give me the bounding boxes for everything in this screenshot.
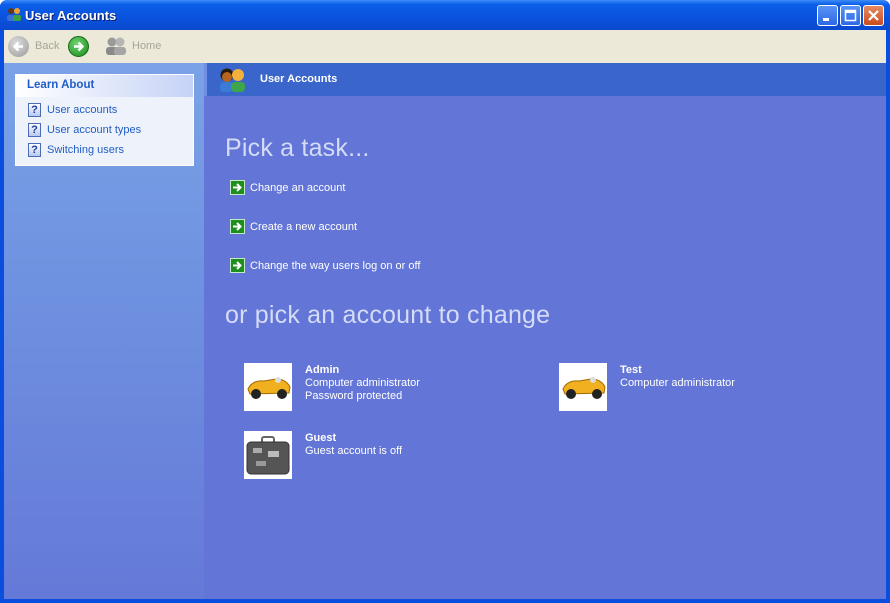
- account-admin[interactable]: Admin Computer administrator Password pr…: [244, 363, 420, 411]
- close-icon: [868, 10, 879, 21]
- learn-item-label: User account types: [47, 124, 142, 136]
- back-button[interactable]: Back: [8, 34, 59, 58]
- task-label: Change an account: [250, 181, 346, 194]
- account-type: Computer administrator: [305, 377, 420, 389]
- user-accounts-icon: [220, 68, 245, 92]
- suitcase-picture-icon: [244, 431, 292, 479]
- learn-item-user-account-types[interactable]: ? User account types: [16, 120, 193, 140]
- learn-item-label: User accounts: [47, 104, 118, 116]
- race-car-picture-icon: [244, 363, 292, 411]
- help-icon: ?: [28, 143, 41, 157]
- race-car-picture-icon: [559, 363, 607, 411]
- content-header: User Accounts: [204, 63, 886, 96]
- account-name: Admin: [305, 364, 340, 376]
- task-change-account[interactable]: Change an account: [230, 180, 345, 195]
- learn-about-panel: Learn About ? User accounts ? User accou…: [15, 74, 194, 166]
- back-label: Back: [35, 40, 60, 52]
- client-area: Learn About ? User accounts ? User accou…: [4, 63, 886, 599]
- minimize-button[interactable]: [817, 5, 838, 26]
- account-test[interactable]: Test Computer administrator: [559, 363, 735, 411]
- home-label: Home: [132, 40, 162, 52]
- help-icon: ?: [28, 103, 41, 117]
- back-arrow-icon: [8, 35, 29, 57]
- green-arrow-icon: [230, 180, 245, 195]
- account-status: Guest account is off: [305, 445, 403, 457]
- learn-item-user-accounts[interactable]: ? User accounts: [16, 100, 193, 120]
- pick-account-heading: or pick an account to change: [225, 301, 551, 329]
- account-name: Test: [620, 364, 642, 376]
- maximize-icon: [844, 9, 857, 22]
- forward-button[interactable]: [68, 34, 95, 58]
- task-pane-sidebar: Learn About ? User accounts ? User accou…: [4, 63, 204, 599]
- task-label: Create a new account: [250, 220, 358, 233]
- account-guest[interactable]: Guest Guest account is off: [244, 431, 402, 479]
- home-users-icon: [106, 37, 126, 55]
- task-change-logon[interactable]: Change the way users log on or off: [230, 258, 420, 273]
- help-icon: ?: [28, 123, 41, 137]
- account-status: Password protected: [305, 390, 403, 402]
- learn-item-label: Switching users: [47, 144, 125, 156]
- maximize-button[interactable]: [840, 5, 861, 26]
- close-button[interactable]: [863, 5, 884, 26]
- user-accounts-window: User Accounts Back Home Learn About ? Us…: [0, 0, 890, 603]
- green-arrow-icon: [230, 219, 245, 234]
- main-content: User Accounts Pick a task... Change an a…: [204, 63, 886, 599]
- window-title: User Accounts: [25, 8, 117, 23]
- title-bar[interactable]: User Accounts: [0, 0, 890, 30]
- green-arrow-icon: [230, 258, 245, 273]
- account-name: Guest: [305, 432, 337, 444]
- header-title: User Accounts: [260, 73, 338, 85]
- home-button[interactable]: Home: [104, 34, 161, 58]
- learn-about-title: Learn About: [16, 75, 193, 97]
- task-label: Change the way users log on or off: [250, 259, 421, 272]
- navigation-toolbar: Back Home: [4, 30, 886, 63]
- pick-task-heading: Pick a task...: [225, 134, 370, 162]
- minimize-icon: [823, 18, 829, 21]
- user-accounts-app-icon: [7, 8, 21, 21]
- account-type: Computer administrator: [620, 377, 735, 389]
- forward-arrow-icon: [68, 35, 89, 57]
- learn-item-switching-users[interactable]: ? Switching users: [16, 140, 193, 160]
- task-create-account[interactable]: Create a new account: [230, 219, 357, 234]
